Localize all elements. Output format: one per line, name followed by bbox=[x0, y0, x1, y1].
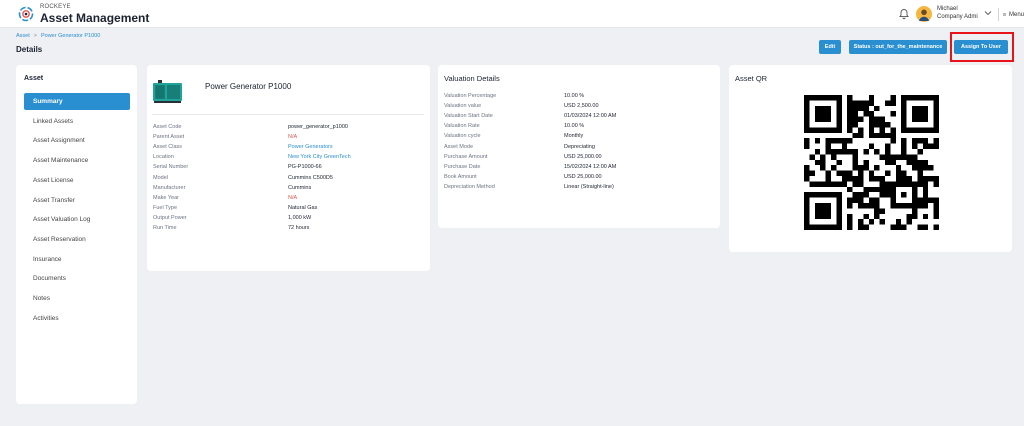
user-avatar-icon[interactable] bbox=[916, 6, 932, 22]
detail-value: 72 hours bbox=[288, 225, 310, 231]
divider bbox=[998, 8, 999, 21]
detail-value: PG-P1000-66 bbox=[288, 164, 322, 171]
sidebar-item-asset-valuation-log[interactable]: Asset Valuation Log bbox=[24, 211, 130, 228]
detail-value: 1,000 kW bbox=[288, 214, 312, 221]
detail-value[interactable]: Power Generators bbox=[288, 144, 333, 150]
detail-value: Cummins C500D5 bbox=[288, 174, 333, 181]
detail-label: Model bbox=[153, 174, 168, 181]
detail-label: Location bbox=[153, 154, 174, 161]
detail-value: power_generator_p1000 bbox=[288, 124, 348, 130]
valuation-label: Valuation value bbox=[444, 103, 482, 110]
bell-icon[interactable] bbox=[898, 8, 910, 20]
valuation-value: Depreciating bbox=[564, 143, 595, 150]
valuation-value: Linear (Straight-line) bbox=[564, 183, 614, 190]
qr-title: Asset QR bbox=[735, 74, 768, 83]
valuation-card: Valuation Details Valuation Percentage 10… bbox=[438, 65, 720, 228]
assign-to-user-button[interactable]: Assign To User bbox=[954, 40, 1008, 54]
valuation-label: Valuation Rate bbox=[444, 123, 480, 130]
valuation-label: Depreciation Method bbox=[444, 183, 495, 190]
edit-button[interactable]: Edit bbox=[819, 40, 841, 54]
valuation-label: Purchase Date bbox=[444, 163, 481, 170]
valuation-value: 01/03/2024 12:00 AM bbox=[564, 113, 617, 120]
valuation-value: 10.00 % bbox=[564, 93, 585, 99]
sidebar-item-activities[interactable]: Activities bbox=[24, 310, 130, 327]
detail-label: Manufacturer bbox=[153, 184, 186, 191]
top-bar: ROCKEYE Asset Management Michael Company… bbox=[0, 0, 1024, 28]
asset-sidebar: Asset Summary Linked Assets Asset Assignme… bbox=[16, 65, 137, 404]
valuation-value: 10.00 % bbox=[564, 123, 585, 130]
brand-name: ROCKEYE bbox=[40, 4, 71, 10]
detail-label: Asset Class bbox=[153, 144, 183, 151]
detail-value: Natural Gas bbox=[288, 204, 318, 211]
valuation-value: USD 25,000.00 bbox=[564, 173, 602, 180]
sidebar-item-asset-reservation[interactable]: Asset Reservation bbox=[24, 231, 130, 248]
detail-value: N/A bbox=[288, 134, 298, 141]
app-title: Asset Management bbox=[40, 11, 150, 25]
sidebar-item-insurance[interactable]: Insurance bbox=[24, 251, 130, 268]
chevron-down-icon[interactable] bbox=[984, 10, 992, 16]
valuation-label: Valuation Start Date bbox=[444, 113, 493, 120]
sidebar-heading: Asset bbox=[24, 75, 44, 82]
detail-value: Cummins bbox=[288, 184, 312, 191]
valuation-value: USD 2,500.00 bbox=[564, 103, 599, 110]
sidebar-item-asset-transfer[interactable]: Asset Transfer bbox=[24, 192, 130, 209]
rockeye-logo-icon[interactable] bbox=[18, 6, 34, 22]
sidebar-item-linked-assets[interactable]: Linked Assets bbox=[24, 113, 130, 130]
divider bbox=[152, 114, 424, 115]
valuation-label: Book Amount bbox=[444, 173, 477, 180]
menu-button[interactable]: Menu bbox=[1003, 8, 1024, 21]
valuation-label: Valuation cycle bbox=[444, 133, 481, 140]
menu-label: Menu bbox=[1008, 11, 1024, 18]
qr-code bbox=[804, 95, 939, 230]
valuation-value: USD 25,000.00 bbox=[564, 153, 602, 160]
breadcrumb-current[interactable]: Power Generator P1000 bbox=[41, 33, 100, 39]
valuation-label: Asset Mode bbox=[444, 143, 474, 150]
user-role: Company Admi bbox=[937, 14, 978, 20]
sidebar-item-summary[interactable]: Summary bbox=[24, 93, 130, 110]
breadcrumb-asset[interactable]: Asset bbox=[16, 33, 30, 39]
breadcrumb: Asset > Power Generator P1000 bbox=[16, 33, 100, 39]
detail-label: Fuel Type bbox=[153, 204, 178, 211]
sidebar-item-asset-license[interactable]: Asset License bbox=[24, 172, 130, 189]
asset-details-card: Power Generator P1000 Asset Code power_ge… bbox=[147, 65, 430, 271]
detail-value: N/A bbox=[288, 194, 298, 201]
detail-label: Make Year bbox=[153, 194, 179, 201]
asset-qr-card: Asset QR bbox=[729, 65, 1012, 252]
valuation-title: Valuation Details bbox=[444, 74, 500, 83]
page-title: Details bbox=[16, 45, 43, 54]
asset-name: Power Generator P1000 bbox=[205, 82, 292, 91]
valuation-value: Monthly bbox=[564, 133, 584, 140]
sidebar-item-notes[interactable]: Notes bbox=[24, 290, 130, 307]
generator-image bbox=[153, 80, 182, 103]
valuation-value: 15/02/2024 12:00 AM bbox=[564, 163, 617, 170]
user-name: Michael bbox=[937, 6, 958, 12]
valuation-label: Valuation Percentage bbox=[444, 93, 497, 99]
hamburger-icon bbox=[1003, 13, 1006, 16]
breadcrumb-separator: > bbox=[33, 33, 37, 39]
detail-label: Parent Asset bbox=[153, 134, 185, 141]
detail-label: Output Power bbox=[153, 214, 187, 221]
detail-label: Serial Number bbox=[153, 164, 189, 171]
sidebar-item-asset-assignment[interactable]: Asset Assignment bbox=[24, 132, 130, 149]
valuation-label: Purchase Amount bbox=[444, 153, 488, 160]
status-button[interactable]: Status : out_for_the_maintenance bbox=[849, 40, 947, 54]
detail-label: Asset Code bbox=[153, 124, 182, 130]
detail-label: Run Time bbox=[153, 225, 177, 231]
sidebar-item-documents[interactable]: Documents bbox=[24, 270, 130, 287]
detail-value[interactable]: New York City GreenTech bbox=[288, 154, 351, 160]
sidebar-item-asset-maintenance[interactable]: Asset Maintenance bbox=[24, 152, 130, 169]
